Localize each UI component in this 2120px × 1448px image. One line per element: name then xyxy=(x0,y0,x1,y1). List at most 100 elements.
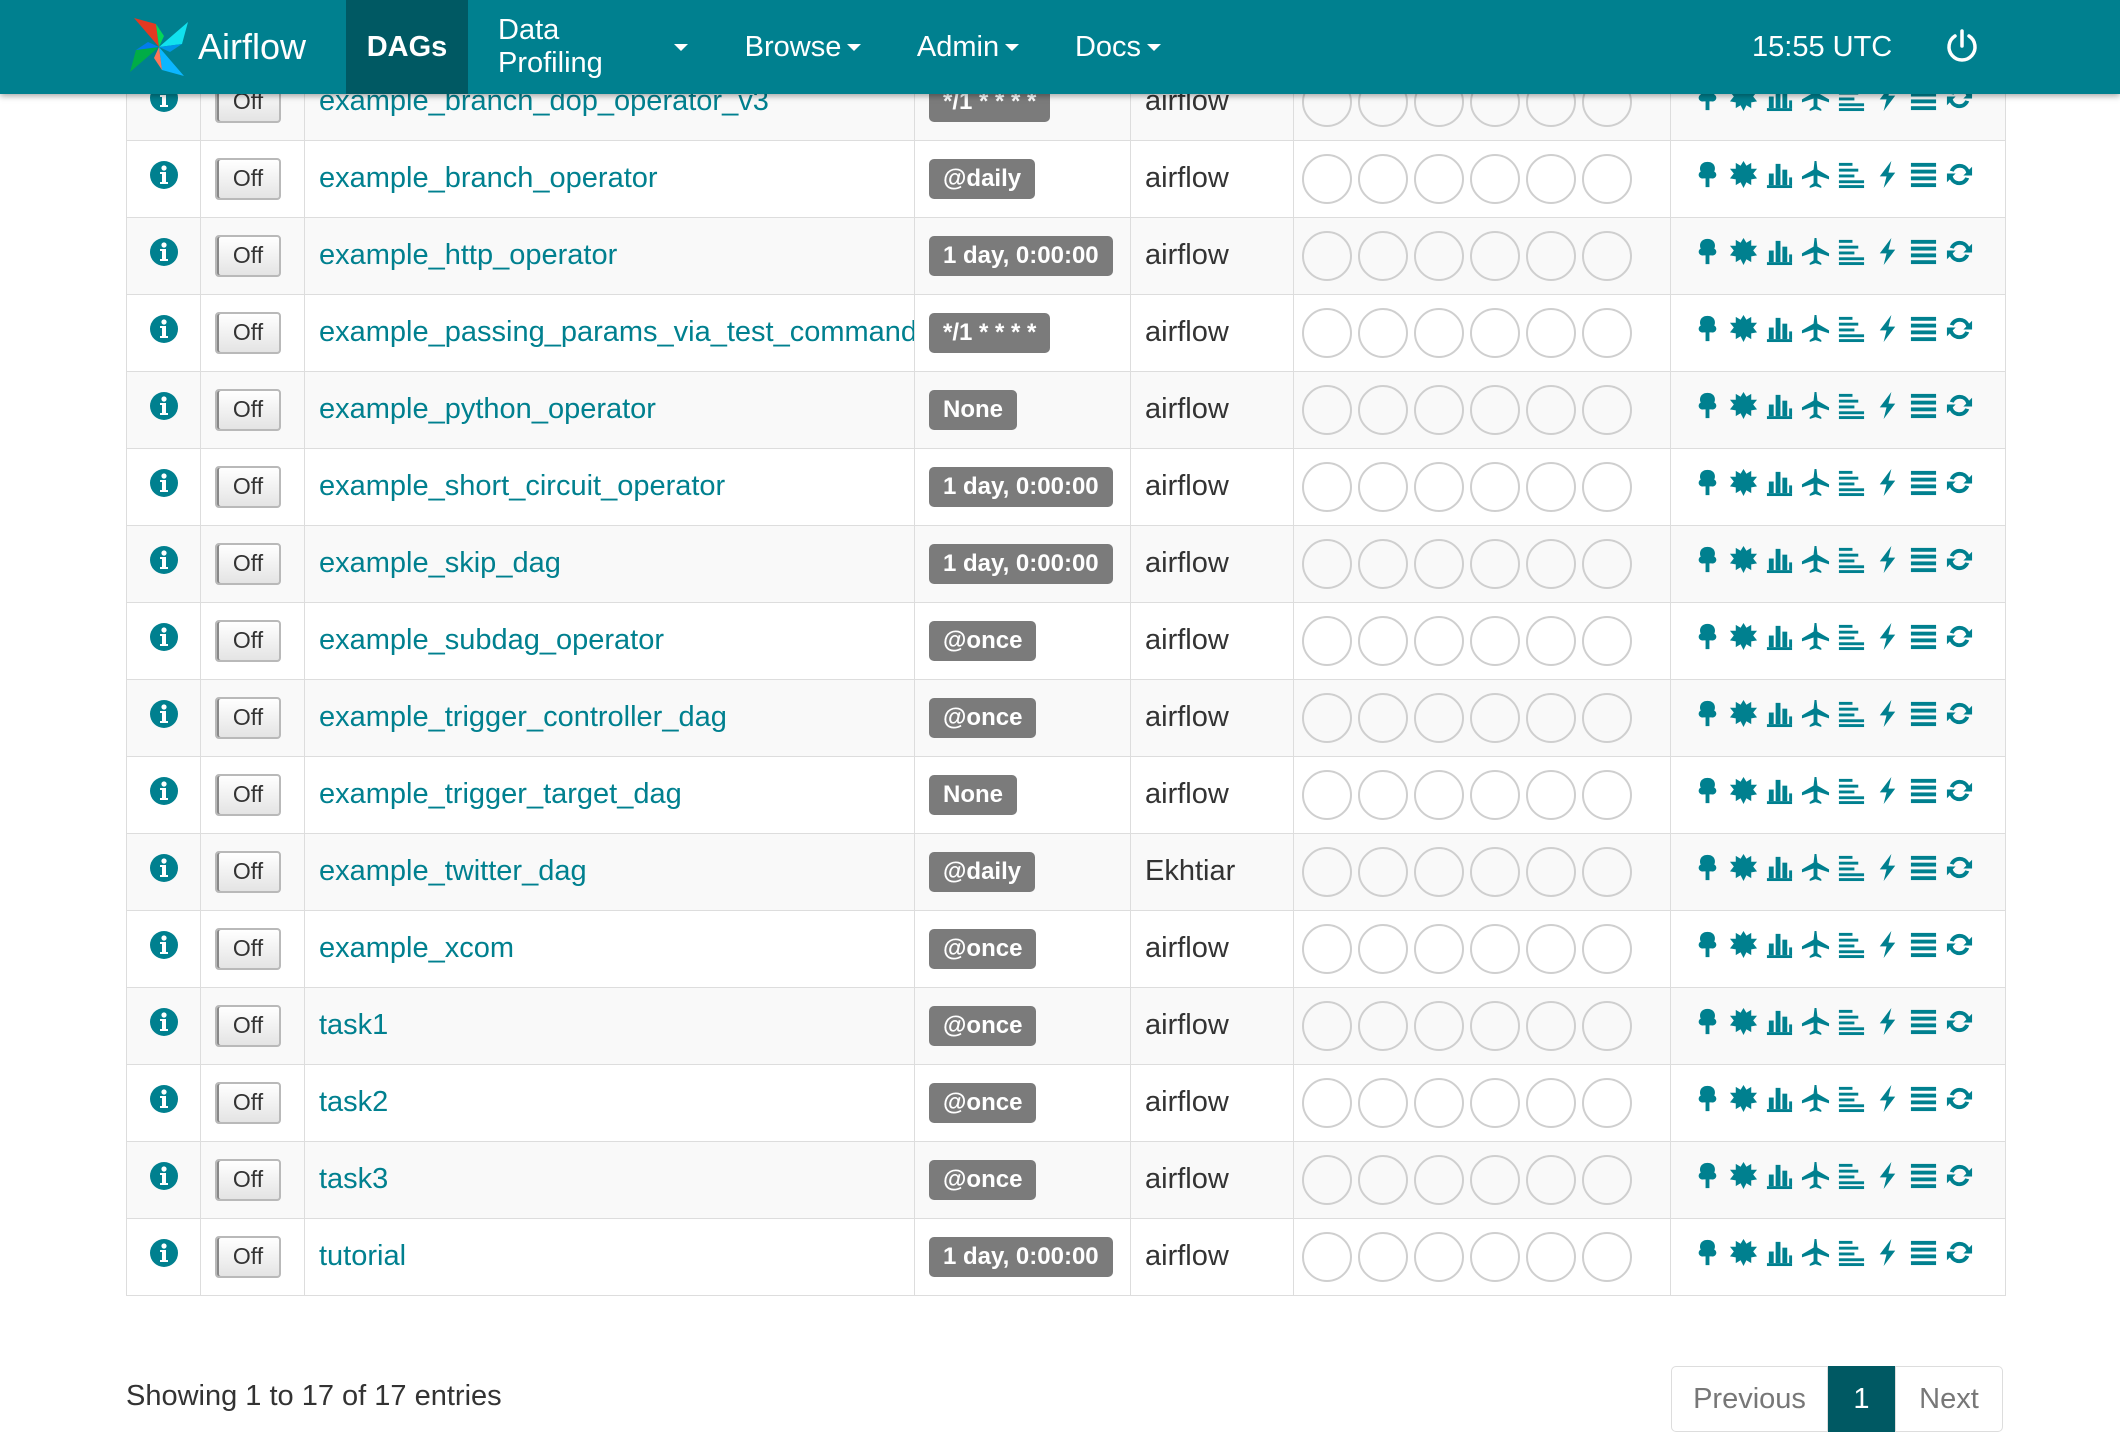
status-circle[interactable] xyxy=(1414,230,1464,281)
current-page-button[interactable]: 1 xyxy=(1828,1366,1895,1432)
refresh-icon[interactable] xyxy=(1945,1007,1974,1044)
previous-page-button[interactable]: Previous xyxy=(1671,1366,1828,1432)
graph-view-icon[interactable] xyxy=(1729,853,1758,890)
code-icon[interactable] xyxy=(1873,776,1902,813)
status-circle[interactable] xyxy=(1414,461,1464,512)
landing-times-icon[interactable] xyxy=(1801,622,1830,659)
task-duration-icon[interactable] xyxy=(1765,699,1794,736)
status-circle[interactable] xyxy=(1414,692,1464,743)
status-circle[interactable] xyxy=(1302,923,1352,974)
dag-link[interactable]: tutorial xyxy=(319,1240,406,1272)
status-circle[interactable] xyxy=(1358,461,1408,512)
task-duration-icon[interactable] xyxy=(1765,314,1794,351)
tree-view-icon[interactable] xyxy=(1693,314,1722,351)
gantt-icon[interactable] xyxy=(1837,776,1866,813)
status-circle[interactable] xyxy=(1526,461,1576,512)
status-circle[interactable] xyxy=(1526,769,1576,820)
info-icon[interactable] xyxy=(149,314,179,351)
status-circle[interactable] xyxy=(1526,692,1576,743)
status-circle[interactable] xyxy=(1358,384,1408,435)
status-circle[interactable] xyxy=(1582,153,1632,204)
info-icon[interactable] xyxy=(149,1238,179,1275)
graph-view-icon[interactable] xyxy=(1729,1007,1758,1044)
status-circle[interactable] xyxy=(1414,1000,1464,1051)
refresh-icon[interactable] xyxy=(1945,1084,1974,1121)
tree-view-icon[interactable] xyxy=(1693,391,1722,428)
tree-view-icon[interactable] xyxy=(1693,622,1722,659)
info-icon[interactable] xyxy=(149,160,179,197)
status-circle[interactable] xyxy=(1358,153,1408,204)
code-icon[interactable] xyxy=(1873,545,1902,582)
status-circle[interactable] xyxy=(1582,769,1632,820)
status-circle[interactable] xyxy=(1470,923,1520,974)
gantt-icon[interactable] xyxy=(1837,545,1866,582)
refresh-icon[interactable] xyxy=(1945,1161,1974,1198)
status-circle[interactable] xyxy=(1582,384,1632,435)
status-circle[interactable] xyxy=(1582,230,1632,281)
info-icon[interactable] xyxy=(149,468,179,505)
status-circle[interactable] xyxy=(1526,538,1576,589)
status-circle[interactable] xyxy=(1582,1231,1632,1282)
status-circle[interactable] xyxy=(1526,384,1576,435)
status-circle[interactable] xyxy=(1358,615,1408,666)
dag-link[interactable]: task3 xyxy=(319,1163,388,1195)
nav-dags[interactable]: DAGs xyxy=(346,0,468,94)
task-duration-icon[interactable] xyxy=(1765,622,1794,659)
gantt-icon[interactable] xyxy=(1837,468,1866,505)
graph-view-icon[interactable] xyxy=(1729,776,1758,813)
refresh-icon[interactable] xyxy=(1945,160,1974,197)
dag-link[interactable]: example_xcom xyxy=(319,932,514,964)
dag-on-off-toggle[interactable]: Off xyxy=(215,850,281,893)
dag-link[interactable]: example_short_circuit_operator xyxy=(319,470,725,502)
gantt-icon[interactable] xyxy=(1837,314,1866,351)
status-circle[interactable] xyxy=(1358,230,1408,281)
dag-on-off-toggle[interactable]: Off xyxy=(215,927,281,970)
status-circle[interactable] xyxy=(1414,1231,1464,1282)
dag-link[interactable]: example_trigger_controller_dag xyxy=(319,701,727,733)
graph-view-icon[interactable] xyxy=(1729,622,1758,659)
status-circle[interactable] xyxy=(1470,538,1520,589)
next-page-button[interactable]: Next xyxy=(1895,1366,2003,1432)
graph-view-icon[interactable] xyxy=(1729,545,1758,582)
gantt-icon[interactable] xyxy=(1837,622,1866,659)
gantt-icon[interactable] xyxy=(1837,391,1866,428)
refresh-icon[interactable] xyxy=(1945,930,1974,967)
dag-link[interactable]: example_branch_operator xyxy=(319,162,658,194)
status-circle[interactable] xyxy=(1582,1154,1632,1205)
code-icon[interactable] xyxy=(1873,237,1902,274)
info-icon[interactable] xyxy=(149,930,179,967)
landing-times-icon[interactable] xyxy=(1801,391,1830,428)
graph-view-icon[interactable] xyxy=(1729,1238,1758,1275)
status-circle[interactable] xyxy=(1302,1231,1352,1282)
tree-view-icon[interactable] xyxy=(1693,853,1722,890)
landing-times-icon[interactable] xyxy=(1801,545,1830,582)
logs-icon[interactable] xyxy=(1909,391,1938,428)
info-icon[interactable] xyxy=(149,853,179,890)
status-circle[interactable] xyxy=(1358,1154,1408,1205)
status-circle[interactable] xyxy=(1470,1231,1520,1282)
info-icon[interactable] xyxy=(149,237,179,274)
dag-link[interactable]: example_subdag_operator xyxy=(319,624,664,656)
status-circle[interactable] xyxy=(1302,1077,1352,1128)
brand-logo[interactable]: Airflow xyxy=(126,10,306,84)
status-circle[interactable] xyxy=(1526,1000,1576,1051)
status-circle[interactable] xyxy=(1358,538,1408,589)
dag-on-off-toggle[interactable]: Off xyxy=(215,311,281,354)
dag-on-off-toggle[interactable]: Off xyxy=(215,1235,281,1278)
landing-times-icon[interactable] xyxy=(1801,1161,1830,1198)
logs-icon[interactable] xyxy=(1909,1007,1938,1044)
status-circle[interactable] xyxy=(1302,230,1352,281)
status-circle[interactable] xyxy=(1582,846,1632,897)
graph-view-icon[interactable] xyxy=(1729,468,1758,505)
tree-view-icon[interactable] xyxy=(1693,160,1722,197)
logs-icon[interactable] xyxy=(1909,1161,1938,1198)
status-circle[interactable] xyxy=(1582,538,1632,589)
landing-times-icon[interactable] xyxy=(1801,468,1830,505)
code-icon[interactable] xyxy=(1873,1161,1902,1198)
refresh-icon[interactable] xyxy=(1945,699,1974,736)
status-circle[interactable] xyxy=(1414,538,1464,589)
tree-view-icon[interactable] xyxy=(1693,1007,1722,1044)
status-circle[interactable] xyxy=(1582,1000,1632,1051)
tree-view-icon[interactable] xyxy=(1693,1161,1722,1198)
refresh-icon[interactable] xyxy=(1945,622,1974,659)
